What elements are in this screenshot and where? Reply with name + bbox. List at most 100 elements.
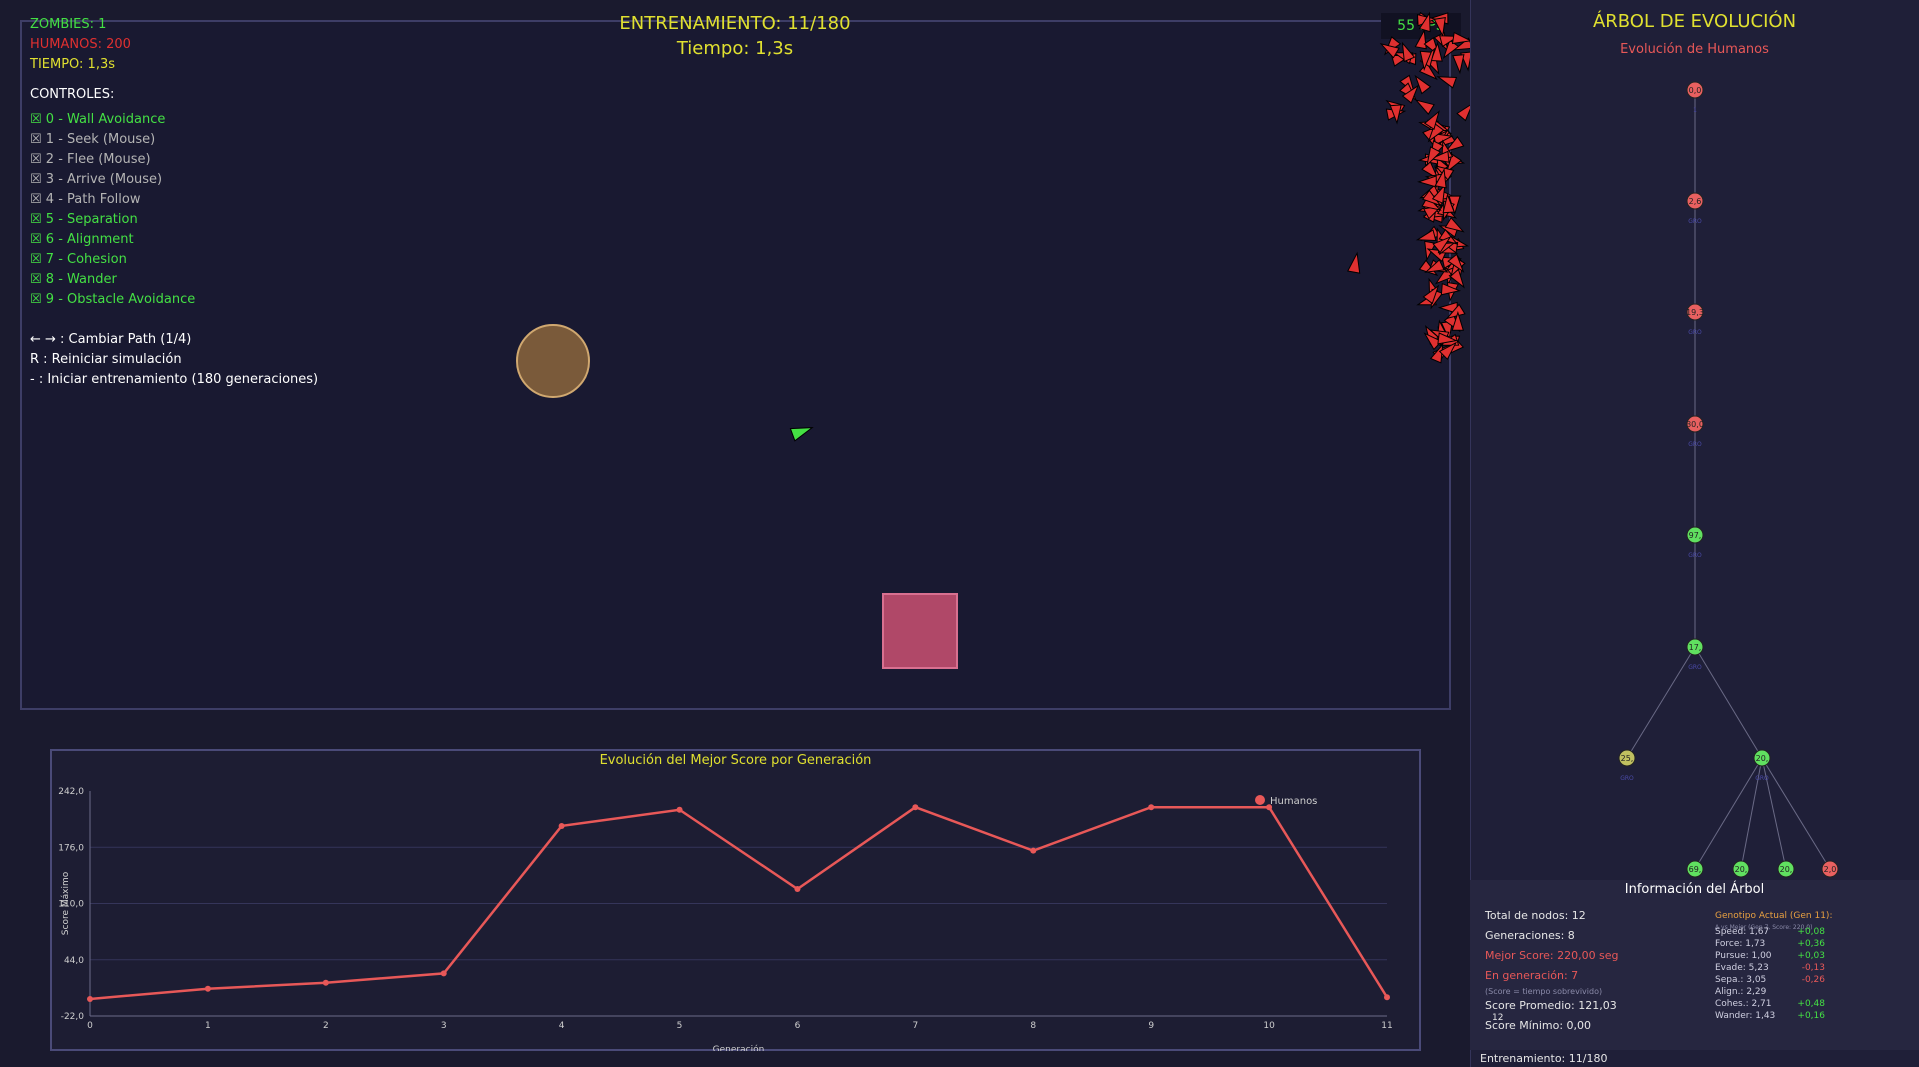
gene-name: Evade: 5,23 xyxy=(1715,963,1769,973)
tree-node-tag: GRO xyxy=(1620,775,1634,782)
tree-edge xyxy=(1761,757,1831,870)
agent-icon xyxy=(1452,54,1465,75)
x-tick-label: 9 xyxy=(1148,1021,1154,1031)
tree-node-tag: GRO xyxy=(1688,664,1702,671)
tree-node-label: 0,0 xyxy=(1689,86,1702,95)
x-tick-label: 4 xyxy=(559,1021,565,1031)
x-tick-label: 6 xyxy=(795,1021,801,1031)
gene-row: Wander: 1,43 +0,16 xyxy=(1715,1010,1825,1022)
data-point xyxy=(322,979,329,986)
y-tick-label: 242,0 xyxy=(58,787,84,797)
x-tick-label: 5 xyxy=(677,1021,683,1031)
gene-name: Cohes.: 2,71 xyxy=(1715,999,1772,1009)
y-tick-label: 176,0 xyxy=(58,843,84,853)
tree-node-tag: 1 xyxy=(1693,107,1697,114)
evolution-tree: 0,0 1 2,6 GRO 19,3 GRO 30,0 GRO 97, GRO 17, GRO 25, G… xyxy=(1618,81,1839,878)
x-tick-label: 8 xyxy=(1030,1021,1036,1031)
data-point xyxy=(1384,994,1390,1001)
gene-row: Cohes.: 2,71 +0,48 xyxy=(1715,998,1825,1010)
gene-row: Force: 1,73 +0,36 xyxy=(1715,938,1825,950)
info-generations: Generaciones: 8 xyxy=(1485,929,1575,942)
x-tick-label: 3 xyxy=(441,1021,447,1031)
score-chart: 242,0176,0110,044,0-22,00 1 2 3 4 5 6 7 8 9 10 11Ge… xyxy=(58,787,1392,1051)
agent-icon xyxy=(1414,28,1427,50)
gene-name: Pursue: 1,00 xyxy=(1715,951,1772,961)
gene-delta: +0,03 xyxy=(1797,951,1825,961)
x-tick-label: 0 xyxy=(87,1021,93,1031)
agent-icon xyxy=(1347,251,1361,274)
data-point xyxy=(1148,804,1155,811)
agent-icon xyxy=(1456,104,1470,122)
tree-edge xyxy=(1626,646,1696,759)
gene-name: Wander: 1,43 xyxy=(1715,1011,1776,1021)
gene-row: Pursue: 1,00 +0,03 xyxy=(1715,950,1825,962)
tree-node-label: 20, xyxy=(1735,865,1748,874)
tree-node-label: 69, xyxy=(1689,865,1702,874)
data-point xyxy=(558,822,565,829)
x-tick-label: 1 xyxy=(205,1021,211,1031)
tree-node-label: 20, xyxy=(1780,865,1793,874)
agents-layer xyxy=(789,11,1470,442)
gene-row: Speed: 1,67 +0,08 xyxy=(1715,926,1825,938)
agent-icon xyxy=(1436,76,1458,89)
data-point xyxy=(912,804,919,811)
info-avg-score: Score Promedio: 121,03 xyxy=(1485,999,1617,1012)
tree-node-label: 30,0 xyxy=(1686,420,1704,429)
agent-icon xyxy=(1414,74,1432,95)
y-tick-label: 44,0 xyxy=(64,956,84,966)
gene-row: Sepa.: 3,05 -0,26 xyxy=(1715,974,1825,986)
tree-node-label: 17, xyxy=(1689,643,1702,652)
data-point xyxy=(1030,847,1037,854)
x-axis-label: Generación xyxy=(713,1044,765,1051)
agent-icon xyxy=(1415,229,1437,242)
y-tick-label: -22,0 xyxy=(61,1012,85,1022)
info-total-nodes: Total de nodos: 12 xyxy=(1485,909,1586,922)
data-point xyxy=(676,806,683,813)
agent-icon xyxy=(789,427,814,442)
gene-row: Evade: 5,23 -0,13 xyxy=(1715,962,1825,974)
gene-delta: -0,26 xyxy=(1801,975,1825,985)
y-axis-label: Score Máximo xyxy=(61,871,71,935)
gene-name: Force: 1,73 xyxy=(1715,939,1766,949)
tree-node-label: 25, xyxy=(1621,754,1634,763)
data-point xyxy=(794,886,801,893)
data-point xyxy=(87,995,93,1002)
x-tick-label: 10 xyxy=(1263,1021,1275,1031)
info-min-score: Score Mínimo: 0,00 xyxy=(1485,1019,1592,1032)
data-point xyxy=(204,985,211,992)
tree-node-tag: GRO xyxy=(1688,329,1702,336)
gene-name: Speed: 1,67 xyxy=(1715,927,1770,937)
info-note: (Score = tiempo sobrevivido) xyxy=(1485,987,1603,996)
tree-node-label: 2,6 xyxy=(1689,197,1702,206)
genotype-title: Genotipo Actual (Gen 11): xyxy=(1715,911,1833,921)
training-footer: Entrenamiento: 11/180 xyxy=(1480,1052,1608,1065)
info-in-generation: En generación: 7 xyxy=(1485,969,1579,982)
info-title: Información del Árbol xyxy=(1624,882,1765,897)
legend-label: Humanos xyxy=(1270,796,1317,807)
gene-delta: +0,48 xyxy=(1797,999,1825,1009)
tree-node-tag: GRO xyxy=(1688,552,1702,559)
gene-delta: +0,36 xyxy=(1797,939,1825,949)
gene-row: Align.: 2,29 xyxy=(1715,986,1825,998)
tree-node-label: 20, xyxy=(1756,754,1769,763)
tree-node-label: 2,0 xyxy=(1824,865,1837,874)
agent-icon xyxy=(1414,99,1435,115)
gene-name: Sepa.: 3,05 xyxy=(1715,975,1767,985)
data-point xyxy=(440,970,447,977)
info-best-score: Mejor Score: 220,00 seg xyxy=(1485,949,1619,962)
tree-node-tag: GRO xyxy=(1688,218,1702,225)
legend-marker xyxy=(1255,795,1265,805)
x-tick-label: 11 xyxy=(1381,1021,1392,1031)
tree-node-label: 97, xyxy=(1689,531,1702,540)
x-tick-label: 7 xyxy=(912,1021,918,1031)
gene-name: Align.: 2,29 xyxy=(1715,987,1767,997)
gene-delta: +0,16 xyxy=(1797,1011,1825,1021)
gene-delta: +0,08 xyxy=(1797,927,1825,937)
x-tick-label: 2 xyxy=(323,1021,329,1031)
tree-node-label: 19,3 xyxy=(1686,308,1704,317)
tree-subtitle: Evolución de Humanos xyxy=(1620,42,1769,57)
tree-node-tag: GRO xyxy=(1688,441,1702,448)
gene-delta: -0,13 xyxy=(1801,963,1825,973)
tree-title: ÁRBOL DE EVOLUCIÓN xyxy=(1592,11,1797,32)
genes-list: Speed: 1,67 +0,08 Force: 1,73 +0,36 Pursue: … xyxy=(1715,926,1825,1022)
